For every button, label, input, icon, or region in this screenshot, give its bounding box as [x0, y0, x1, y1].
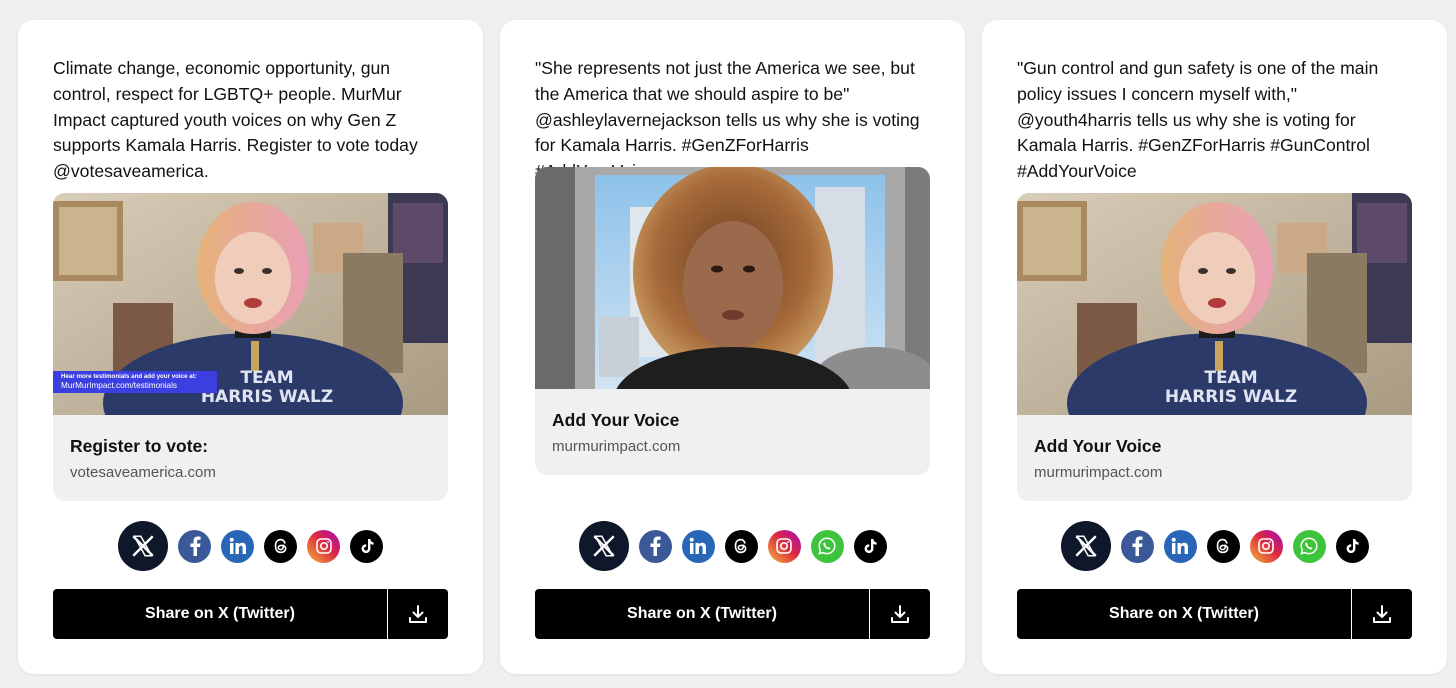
download-icon	[891, 605, 909, 623]
whatsapp-icon[interactable]	[1292, 529, 1326, 563]
shirt-text-1: TEAM	[1204, 368, 1257, 388]
download-icon	[1373, 605, 1391, 623]
threads-icon[interactable]	[1206, 529, 1240, 563]
shirt-text-1: TEAM	[240, 368, 293, 388]
share-on-x-button[interactable]: Share on X (Twitter)	[1017, 589, 1351, 639]
link-preview[interactable]: TEAM HARRIS WALZ Add Your Voice murmurim…	[1017, 193, 1412, 501]
video-thumbnail[interactable]	[535, 167, 930, 389]
tiktok-icon[interactable]	[350, 529, 383, 563]
facebook-icon[interactable]	[638, 529, 672, 563]
banner-line-2: MurMurImpact.com/testimonials	[61, 381, 178, 390]
linkedin-icon[interactable]	[221, 529, 254, 563]
preview-domain: murmurimpact.com	[1034, 464, 1163, 481]
tiktok-icon[interactable]	[853, 529, 887, 563]
linkedin-icon[interactable]	[1163, 529, 1197, 563]
post-text: "Gun control and gun safety is one of th…	[1017, 58, 1379, 182]
social-share-row	[18, 521, 483, 571]
facebook-icon[interactable]	[1120, 529, 1154, 563]
instagram-icon[interactable]	[767, 529, 801, 563]
preview-title: Add Your Voice	[552, 410, 680, 430]
preview-domain: murmurimpact.com	[552, 438, 681, 455]
share-bar: Share on X (Twitter)	[1017, 589, 1412, 639]
post-text: "She represents not just the America we …	[535, 58, 920, 181]
link-preview[interactable]: Add Your Voice murmurimpact.com	[535, 167, 930, 475]
download-icon	[409, 605, 427, 623]
threads-icon[interactable]	[724, 529, 758, 563]
video-thumbnail[interactable]: TEAM HARRIS WALZ Hear more testimonials …	[53, 193, 448, 415]
instagram-icon[interactable]	[307, 529, 340, 563]
video-thumbnail[interactable]: TEAM HARRIS WALZ	[1017, 193, 1412, 415]
share-bar: Share on X (Twitter)	[535, 589, 930, 639]
share-bar: Share on X (Twitter)	[53, 589, 448, 639]
tiktok-icon[interactable]	[1335, 529, 1369, 563]
banner-line-1: Hear more testimonials and add your voic…	[61, 373, 197, 380]
x-icon[interactable]	[578, 521, 629, 571]
share-on-x-button[interactable]: Share on X (Twitter)	[53, 589, 387, 639]
social-share-row	[500, 521, 965, 571]
post-card-1: Climate change, economic opportunity, gu…	[18, 20, 483, 674]
facebook-icon[interactable]	[178, 529, 211, 563]
threads-icon[interactable]	[264, 529, 297, 563]
post-text: Climate change, economic opportunity, gu…	[53, 58, 418, 182]
whatsapp-icon[interactable]	[810, 529, 844, 563]
testimonial-banner: Hear more testimonials and add your voic…	[53, 371, 217, 393]
shirt-text-2: HARRIS WALZ	[1165, 387, 1297, 407]
thumbnail-image	[535, 167, 930, 389]
x-icon[interactable]	[1060, 521, 1111, 571]
shirt-text-2: HARRIS WALZ	[201, 387, 333, 407]
post-card-3: "Gun control and gun safety is one of th…	[982, 20, 1447, 674]
share-on-x-button[interactable]: Share on X (Twitter)	[535, 589, 869, 639]
instagram-icon[interactable]	[1249, 529, 1283, 563]
post-card-2: "She represents not just the America we …	[500, 20, 965, 674]
link-preview[interactable]: TEAM HARRIS WALZ Hear more testimonials …	[53, 193, 448, 501]
download-button[interactable]	[1352, 589, 1412, 639]
preview-domain: votesaveamerica.com	[70, 464, 216, 481]
download-button[interactable]	[388, 589, 448, 639]
preview-title: Register to vote:	[70, 436, 209, 456]
x-icon[interactable]	[118, 521, 168, 571]
linkedin-icon[interactable]	[681, 529, 715, 563]
preview-title: Add Your Voice	[1034, 436, 1162, 456]
download-button[interactable]	[870, 589, 930, 639]
thumbnail-image: TEAM HARRIS WALZ	[1017, 193, 1412, 415]
social-share-row	[982, 521, 1447, 571]
